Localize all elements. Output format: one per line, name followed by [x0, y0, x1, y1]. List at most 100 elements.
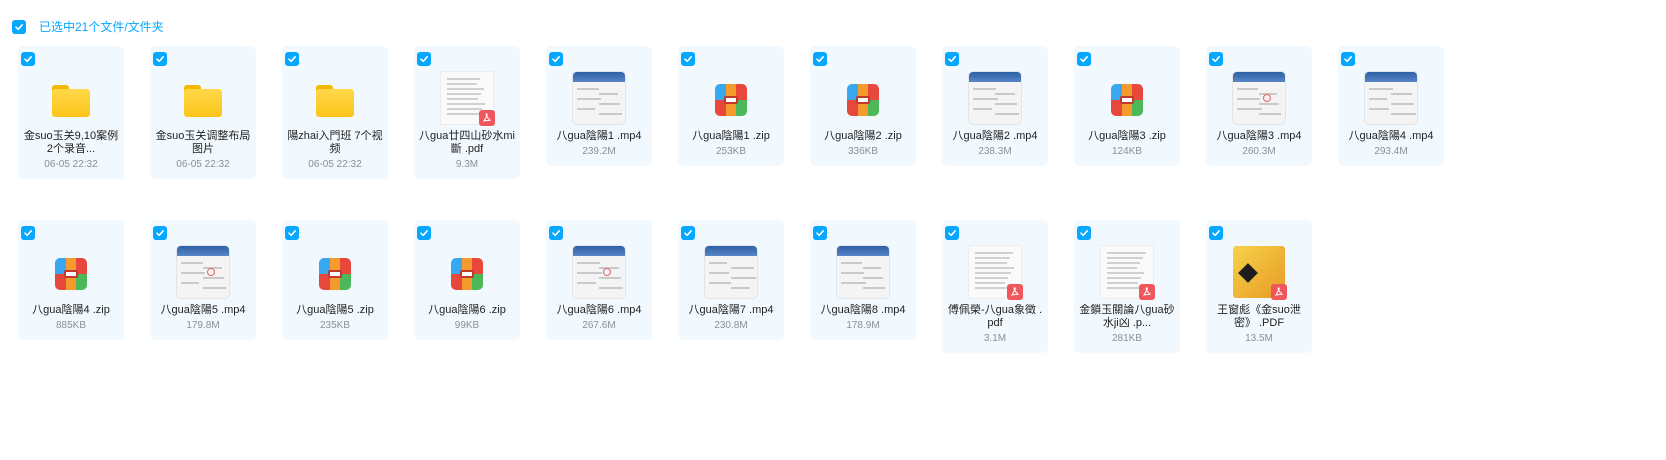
file-meta: 260.3M — [1242, 146, 1276, 157]
file-name: 陽zhai入門班 7个视频 — [287, 130, 383, 155]
file-tile[interactable]: 金suo玉关调整布局 图片 06-05 22:32 — [150, 46, 256, 179]
file-tile[interactable]: 八gua陰陽2 .mp4 238.3M — [942, 46, 1048, 166]
video-thumbnail — [1365, 72, 1417, 124]
folder-icon — [52, 85, 90, 117]
file-thumbnail — [837, 72, 889, 124]
pdf-badge-icon — [1007, 284, 1023, 300]
file-meta: 230.8M — [714, 320, 748, 331]
select-all-checkbox[interactable] — [12, 20, 26, 34]
file-thumbnail — [1101, 246, 1155, 300]
file-tile[interactable]: 八gua陰陽6 .zip 99KB — [414, 220, 520, 340]
file-meta: 06-05 22:32 — [44, 159, 98, 170]
file-checkbox[interactable] — [945, 52, 959, 66]
file-checkbox[interactable] — [21, 52, 35, 66]
file-grid: 金suo玉关9,10案例 2个录音... 06-05 22:32 金suo玉关调整布… — [18, 46, 1444, 394]
file-meta: 124KB — [1111, 146, 1143, 157]
file-thumbnail — [177, 72, 229, 124]
file-thumbnail — [837, 246, 889, 298]
selected-count-label: 已选中21个文件/文件夹 — [39, 20, 164, 34]
folder-icon — [316, 85, 354, 117]
file-checkbox[interactable] — [21, 226, 35, 240]
file-thumbnail — [573, 72, 625, 124]
file-meta: 267.6M — [582, 320, 616, 331]
check-icon — [948, 56, 956, 63]
file-checkbox[interactable] — [549, 226, 563, 240]
file-tile[interactable]: 八gua陰陽4 .zip 885KB — [18, 220, 124, 340]
file-meta: 885KB — [55, 320, 87, 331]
file-thumbnail — [705, 72, 757, 124]
check-icon — [288, 56, 296, 63]
file-thumbnail — [573, 246, 625, 298]
file-checkbox[interactable] — [1209, 226, 1223, 240]
file-tile[interactable]: 八gua陰陽3 .mp4 260.3M — [1206, 46, 1312, 166]
file-tile[interactable]: 八gua廿四山砂水mi斷 .pdf 9.3M — [414, 46, 520, 179]
file-checkbox[interactable] — [153, 52, 167, 66]
check-icon — [420, 230, 428, 237]
zip-archive-icon — [55, 258, 87, 290]
file-meta: 239.2M — [582, 146, 616, 157]
check-icon — [288, 230, 296, 237]
file-name: 王窗彪《金suo泄密》 .PDF — [1217, 304, 1301, 329]
file-checkbox[interactable] — [1209, 52, 1223, 66]
file-tile[interactable]: 金suo玉关9,10案例 2个录音... 06-05 22:32 — [18, 46, 124, 179]
file-tile[interactable]: 八gua陰陽5 .zip 235KB — [282, 220, 388, 340]
file-checkbox[interactable] — [417, 52, 431, 66]
file-tile[interactable]: 傅佩榮-八gua象徵 .pdf 3.1M — [942, 220, 1048, 353]
file-checkbox[interactable] — [681, 52, 695, 66]
file-checkbox[interactable] — [1077, 226, 1091, 240]
file-meta: 178.9M — [846, 320, 880, 331]
selection-bar: 已选中21个文件/文件夹 — [12, 20, 164, 34]
file-thumbnail — [441, 72, 495, 126]
file-thumbnail — [45, 246, 97, 298]
file-checkbox[interactable] — [681, 226, 695, 240]
file-tile[interactable]: 八gua陰陽5 .mp4 179.8M — [150, 220, 256, 340]
file-name: 八gua陰陽2 .zip — [824, 130, 902, 142]
file-checkbox[interactable] — [813, 226, 827, 240]
file-tile[interactable]: 八gua陰陽2 .zip 336KB — [810, 46, 916, 166]
file-thumbnail — [1233, 72, 1285, 124]
pdf-badge-icon — [1139, 284, 1155, 300]
file-meta: 235KB — [319, 320, 351, 331]
file-name: 金鎖玉關論八gua砂水ji凶 .p... — [1079, 304, 1175, 329]
file-tile[interactable]: 八gua陰陽7 .mp4 230.8M — [678, 220, 784, 340]
file-tile[interactable]: 金鎖玉關論八gua砂水ji凶 .p... 281KB — [1074, 220, 1180, 353]
file-checkbox[interactable] — [945, 226, 959, 240]
file-tile[interactable]: 八gua陰陽6 .mp4 267.6M — [546, 220, 652, 340]
file-checkbox[interactable] — [417, 226, 431, 240]
file-thumbnail — [969, 246, 1023, 300]
check-icon — [156, 230, 164, 237]
file-checkbox[interactable] — [1077, 52, 1091, 66]
file-tile[interactable]: 八gua陰陽3 .zip 124KB — [1074, 46, 1180, 166]
file-meta: 3.1M — [983, 333, 1007, 344]
file-tile[interactable]: 八gua陰陽1 .mp4 239.2M — [546, 46, 652, 166]
file-name: 八gua陰陽7 .mp4 — [688, 304, 774, 316]
file-name: 八gua陰陽8 .mp4 — [820, 304, 906, 316]
file-name: 八gua陰陽5 .zip — [296, 304, 374, 316]
check-icon — [552, 56, 560, 63]
file-checkbox[interactable] — [813, 52, 827, 66]
file-tile[interactable]: 八gua陰陽4 .mp4 293.4M — [1338, 46, 1444, 166]
file-name: 八gua陰陽4 .mp4 — [1348, 130, 1434, 142]
file-thumbnail — [1365, 72, 1417, 124]
file-meta: 13.5M — [1245, 333, 1273, 344]
file-checkbox[interactable] — [285, 52, 299, 66]
file-tile[interactable]: 王窗彪《金suo泄密》 .PDF 13.5M — [1206, 220, 1312, 353]
file-checkbox[interactable] — [1341, 52, 1355, 66]
pdf-badge-icon — [479, 110, 495, 126]
zip-archive-icon — [847, 84, 879, 116]
file-thumbnail — [1233, 246, 1287, 300]
file-checkbox[interactable] — [153, 226, 167, 240]
file-checkbox[interactable] — [285, 226, 299, 240]
file-name: 八gua陰陽6 .zip — [428, 304, 506, 316]
file-thumbnail — [1101, 72, 1153, 124]
file-checkbox[interactable] — [549, 52, 563, 66]
file-tile[interactable]: 陽zhai入門班 7个视频 06-05 22:32 — [282, 46, 388, 179]
check-icon — [816, 56, 824, 63]
check-icon — [552, 230, 560, 237]
zip-archive-icon — [715, 84, 747, 116]
file-tile[interactable]: 八gua陰陽1 .zip 253KB — [678, 46, 784, 166]
file-tile[interactable]: 八gua陰陽8 .mp4 178.9M — [810, 220, 916, 340]
file-name: 八gua陰陽2 .mp4 — [952, 130, 1038, 142]
file-meta: 238.3M — [978, 146, 1012, 157]
check-icon — [948, 230, 956, 237]
